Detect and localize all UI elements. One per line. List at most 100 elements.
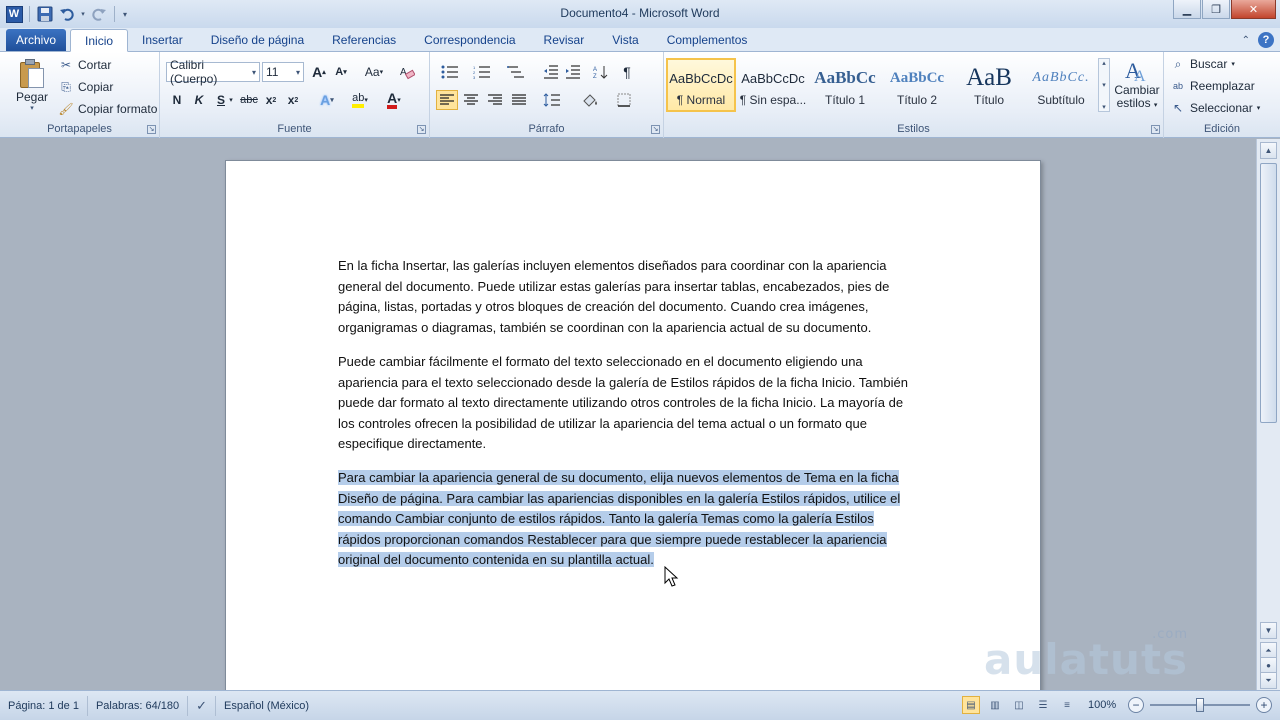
- document-paragraph[interactable]: En la ficha Insertar, las galerías inclu…: [338, 256, 918, 338]
- tab-insertar[interactable]: Insertar: [128, 29, 197, 51]
- underline-dropdown-icon[interactable]: ▾: [226, 90, 236, 110]
- status-bar: Página: 1 de 1 Palabras: 64/180 ✓ Españo…: [0, 690, 1280, 720]
- tab-revisar[interactable]: Revisar: [530, 29, 599, 51]
- bullets-icon[interactable]: [436, 62, 464, 82]
- cut-button[interactable]: ✂ Cortar: [58, 55, 111, 75]
- change-styles-icon: AA: [1125, 58, 1146, 84]
- italic-button[interactable]: K: [188, 90, 210, 110]
- copy-button[interactable]: ⎘ Copiar: [58, 77, 113, 97]
- full-screen-reading-icon[interactable]: ▥: [986, 696, 1004, 714]
- select-button[interactable]: ↖ Seleccionar ▾: [1170, 98, 1260, 118]
- zoom-level[interactable]: 100%: [1088, 699, 1122, 711]
- minimize-ribbon-icon[interactable]: ⌃: [1242, 35, 1250, 46]
- style-sin-espaciado[interactable]: AaBbCcDc ¶ Sin espa...: [738, 58, 808, 112]
- quick-access-toolbar: W ▾ ▾: [0, 0, 130, 28]
- styles-gallery-scroll[interactable]: ▴ ▾ ▾: [1098, 58, 1110, 112]
- align-center-icon[interactable]: [460, 90, 482, 110]
- style-titulo-2[interactable]: AaBbCc Título 2: [882, 58, 952, 112]
- paste-button[interactable]: Pegar ▾: [10, 56, 54, 112]
- text-effects-button[interactable]: A ▾: [316, 90, 338, 110]
- sort-icon[interactable]: AZ: [590, 62, 612, 82]
- zoom-slider[interactable]: [1150, 696, 1250, 714]
- restore-icon[interactable]: ❐: [1202, 0, 1230, 19]
- help-icon[interactable]: ?: [1258, 32, 1274, 48]
- minimize-icon[interactable]: ▁: [1173, 0, 1201, 19]
- tab-vista[interactable]: Vista: [598, 29, 652, 51]
- draft-view-icon[interactable]: ≡: [1058, 696, 1076, 714]
- shading-icon[interactable]: [576, 90, 604, 110]
- find-button[interactable]: ⌕ Buscar ▾: [1170, 54, 1235, 74]
- status-words[interactable]: Palabras: 64/180: [88, 695, 189, 716]
- replace-button[interactable]: ab Reemplazar: [1170, 76, 1255, 96]
- zoom-in-icon[interactable]: +: [1256, 697, 1272, 713]
- redo-icon[interactable]: [89, 4, 109, 24]
- scroll-up-icon[interactable]: ▲: [1260, 142, 1277, 159]
- increase-indent-icon[interactable]: [562, 62, 584, 82]
- superscript-button[interactable]: x2: [282, 90, 304, 110]
- style-titulo[interactable]: AaB Título: [954, 58, 1024, 112]
- scroll-down-icon[interactable]: ▼: [1260, 622, 1277, 639]
- style-titulo-1[interactable]: AaBbCc Título 1: [810, 58, 880, 112]
- svg-text:A: A: [593, 67, 597, 73]
- print-layout-view-icon[interactable]: ▤: [962, 696, 980, 714]
- align-left-icon[interactable]: [436, 90, 458, 110]
- tab-diseno-pagina[interactable]: Diseño de página: [197, 29, 318, 51]
- font-size-combo[interactable]: 11 ▾: [262, 62, 304, 82]
- format-painter-button[interactable]: 🖌 Copiar formato: [58, 99, 157, 119]
- bold-button[interactable]: N: [166, 90, 188, 110]
- tab-inicio[interactable]: Inicio: [70, 29, 129, 52]
- document-area: En la ficha Insertar, las galerías inclu…: [0, 139, 1256, 690]
- font-name-combo[interactable]: Calibri (Cuerpo) ▾: [166, 58, 260, 86]
- font-launcher-icon[interactable]: ↘: [417, 125, 426, 134]
- style-subtitulo[interactable]: AaBbCc. Subtítulo: [1026, 58, 1096, 112]
- zoom-out-icon[interactable]: −: [1128, 697, 1144, 713]
- font-color-button[interactable]: A ▾: [380, 90, 408, 110]
- shrink-font-button[interactable]: A ▾: [330, 62, 352, 82]
- grow-font-button[interactable]: A ▴: [308, 62, 330, 82]
- undo-icon[interactable]: [57, 4, 77, 24]
- document-paragraph[interactable]: Puede cambiar fácilmente el formato del …: [338, 352, 918, 455]
- styles-launcher-icon[interactable]: ↘: [1151, 125, 1160, 134]
- highlight-button[interactable]: ab ▾: [346, 90, 374, 110]
- document-page[interactable]: En la ficha Insertar, las galerías inclu…: [225, 160, 1041, 690]
- proofing-icon[interactable]: ✓: [188, 695, 217, 716]
- web-layout-icon[interactable]: ◫: [1010, 696, 1028, 714]
- strikethrough-button[interactable]: abc: [238, 90, 260, 110]
- style-normal[interactable]: AaBbCcDc ¶ Normal: [666, 58, 736, 112]
- align-right-icon[interactable]: [484, 90, 506, 110]
- justify-icon[interactable]: [508, 90, 530, 110]
- tab-complementos[interactable]: Complementos: [653, 29, 762, 51]
- gallery-up-icon[interactable]: ▴: [1102, 59, 1106, 67]
- tab-referencias[interactable]: Referencias: [318, 29, 410, 51]
- status-language[interactable]: Español (México): [216, 696, 317, 716]
- close-icon[interactable]: ✕: [1231, 0, 1276, 19]
- customize-qat-icon[interactable]: ▾: [120, 4, 130, 24]
- undo-dropdown-icon[interactable]: ▾: [79, 4, 87, 24]
- tab-correspondencia[interactable]: Correspondencia: [410, 29, 529, 51]
- next-page-icon[interactable]: ⏷: [1260, 672, 1277, 689]
- outline-view-icon[interactable]: ☰: [1034, 696, 1052, 714]
- document-paragraph-selected[interactable]: Para cambiar la apariencia general de su…: [338, 468, 918, 571]
- multilevel-list-icon[interactable]: [502, 62, 530, 82]
- borders-icon[interactable]: [610, 90, 638, 110]
- gallery-down-icon[interactable]: ▾: [1102, 81, 1106, 89]
- gallery-more-icon[interactable]: ▾: [1102, 103, 1106, 111]
- vertical-scrollbar[interactable]: ▲ ▼ ⏶ ● ⏷: [1256, 139, 1280, 690]
- change-styles-button[interactable]: AA Cambiar estilos ▾: [1112, 56, 1162, 114]
- clear-formatting-icon[interactable]: A: [396, 62, 418, 82]
- numbering-icon[interactable]: 123: [468, 62, 496, 82]
- zoom-slider-knob[interactable]: [1196, 698, 1204, 712]
- scrollbar-thumb[interactable]: [1260, 163, 1277, 423]
- line-spacing-icon[interactable]: [538, 90, 566, 110]
- paragraph-launcher-icon[interactable]: ↘: [651, 125, 660, 134]
- subscript-button[interactable]: x2: [260, 90, 282, 110]
- change-case-button[interactable]: Aa ▾: [360, 62, 388, 82]
- status-page[interactable]: Página: 1 de 1: [0, 695, 88, 716]
- decrease-indent-icon[interactable]: [540, 62, 562, 82]
- word-app-icon[interactable]: W: [4, 4, 24, 24]
- save-icon[interactable]: [35, 4, 55, 24]
- show-formatting-marks-button[interactable]: ¶: [616, 62, 638, 82]
- tab-archivo[interactable]: Archivo: [6, 29, 67, 51]
- clipboard-launcher-icon[interactable]: ↘: [147, 125, 156, 134]
- qat-separator: [114, 6, 115, 22]
